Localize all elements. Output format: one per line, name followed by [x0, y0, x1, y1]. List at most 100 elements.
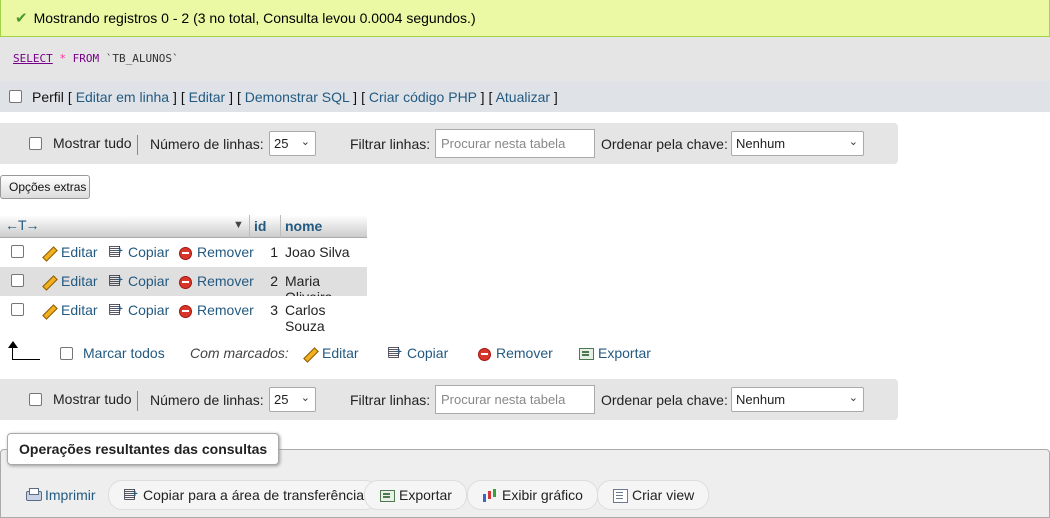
- filter-rows-input[interactable]: Procurar nesta tabela: [435, 385, 595, 414]
- extra-options-button[interactable]: Opções extras: [0, 175, 90, 199]
- order-key-select-value: Nenhum: [736, 136, 786, 151]
- order-key-select[interactable]: Nenhum ⌄: [731, 387, 864, 412]
- copy-to-clipboard-label: Copiar para a área de transferência: [143, 487, 365, 503]
- sql-select-keyword[interactable]: SELECT: [13, 52, 53, 65]
- create-php-code-link[interactable]: Criar código PHP: [369, 89, 477, 105]
- table-row: Editar Copiar Remover 3 Carlos Souza: [0, 296, 367, 334]
- column-resize-arrows-icon[interactable]: ←T→: [5, 217, 40, 233]
- bulk-export-button[interactable]: Exportar: [578, 345, 651, 361]
- cell-nome: Carlos Souza: [285, 302, 326, 334]
- row-delete-action[interactable]: Remover: [177, 244, 254, 260]
- row-edit-link[interactable]: Editar: [61, 273, 98, 289]
- edit-query-link[interactable]: Editar: [189, 89, 226, 105]
- row-edit-action[interactable]: Editar: [41, 302, 98, 318]
- display-chart-label: Exibir gráfico: [502, 487, 583, 503]
- create-view-button[interactable]: Criar view: [597, 480, 710, 510]
- row-delete-action[interactable]: Remover: [177, 273, 254, 289]
- bulk-delete-link[interactable]: Remover: [496, 345, 553, 361]
- column-header-id[interactable]: id: [254, 218, 266, 234]
- row-copy-action[interactable]: Copiar: [108, 300, 169, 318]
- export-button[interactable]: Exportar: [364, 480, 467, 510]
- rows-select[interactable]: 25 ⌄: [269, 387, 316, 412]
- bulk-copy-link[interactable]: Copiar: [407, 345, 448, 361]
- row-edit-action[interactable]: Editar: [41, 244, 98, 260]
- row-checkbox[interactable]: [11, 274, 24, 287]
- results-table: ←T→ ▼ id nome Editar Copiar Remover 1 Jo…: [0, 214, 367, 334]
- order-key-select-value: Nenhum: [736, 392, 786, 407]
- profile-label: Perfil: [32, 88, 64, 105]
- success-message-bar: ✔ Mostrando registros 0 - 2 (3 no total,…: [0, 0, 1050, 37]
- row-edit-link[interactable]: Editar: [61, 244, 98, 260]
- table-header: ←T→ ▼ id nome: [0, 214, 367, 239]
- table-row: Editar Copiar Remover 2 Maria Oliveira: [0, 267, 367, 305]
- sql-query-display: SELECT * FROM `TB_ALUNOS`: [0, 37, 1050, 81]
- delete-icon: [476, 345, 492, 361]
- bulk-delete-button[interactable]: Remover: [476, 345, 553, 361]
- cell-id: 1: [270, 244, 278, 260]
- sort-dropdown-icon[interactable]: ▼: [233, 219, 244, 231]
- query-options-bar: Perfil [ Editar em linha ] [ Editar ] [ …: [0, 81, 1050, 112]
- check-all-link[interactable]: Marcar todos: [83, 345, 165, 361]
- rows-label: Número de linhas:: [150, 392, 264, 408]
- chevron-down-icon: ⌄: [300, 392, 310, 404]
- bulk-edit-link[interactable]: Editar: [322, 345, 359, 361]
- bulk-edit-button[interactable]: Editar: [302, 345, 359, 361]
- copy-icon: [108, 242, 124, 260]
- row-copy-link[interactable]: Copiar: [128, 244, 169, 260]
- row-delete-link[interactable]: Remover: [197, 273, 254, 289]
- print-link[interactable]: Imprimir: [45, 487, 96, 503]
- explain-sql-link[interactable]: Demonstrar SQL: [245, 89, 350, 105]
- row-edit-link[interactable]: Editar: [61, 302, 98, 318]
- copy-icon: [123, 485, 139, 503]
- inline-edit-link[interactable]: Editar em linha: [76, 89, 169, 105]
- refresh-link[interactable]: Atualizar: [496, 89, 550, 105]
- checkmark-icon: ✔: [15, 10, 28, 27]
- create-view-label: Criar view: [632, 487, 695, 503]
- cell-nome: Joao Silva: [285, 244, 350, 260]
- row-copy-link[interactable]: Copiar: [128, 273, 169, 289]
- row-delete-link[interactable]: Remover: [197, 244, 254, 260]
- export-label: Exportar: [399, 487, 452, 503]
- show-all-checkbox[interactable]: [29, 137, 42, 150]
- order-label: Ordenar pela chave:: [601, 136, 728, 152]
- divider: [137, 391, 138, 411]
- bottom-navigation-bar: Mostrar tudo Número de linhas: 25 ⌄ Filt…: [0, 379, 898, 420]
- filter-label: Filtrar linhas:: [350, 392, 431, 408]
- arrow-up-icon: [8, 341, 40, 360]
- column-header-nome[interactable]: nome: [285, 218, 322, 234]
- copy-icon: [108, 271, 124, 289]
- chevron-down-icon: ⌄: [848, 136, 858, 148]
- print-icon: [25, 487, 42, 503]
- display-chart-button[interactable]: Exibir gráfico: [467, 480, 598, 510]
- column-divider: [280, 215, 281, 239]
- top-navigation-bar: Mostrar tudo Número de linhas: 25 ⌄ Filt…: [0, 123, 898, 164]
- show-all-label: Mostrar tudo: [53, 135, 132, 151]
- column-divider: [249, 215, 250, 239]
- export-icon: [578, 345, 594, 361]
- row-copy-link[interactable]: Copiar: [128, 302, 169, 318]
- row-edit-action[interactable]: Editar: [41, 273, 98, 289]
- row-delete-action[interactable]: Remover: [177, 302, 254, 318]
- cell-id: 3: [270, 302, 278, 318]
- rows-select-value: 25: [274, 136, 289, 151]
- rows-select[interactable]: 25 ⌄: [269, 131, 316, 156]
- delete-icon: [177, 273, 193, 289]
- check-all-checkbox[interactable]: [60, 347, 73, 360]
- filter-rows-input[interactable]: Procurar nesta tabela: [435, 129, 595, 158]
- bulk-export-link[interactable]: Exportar: [598, 345, 651, 361]
- sql-star: *: [59, 52, 66, 65]
- divider: [137, 135, 138, 155]
- row-copy-action[interactable]: Copiar: [108, 242, 169, 260]
- bulk-copy-button[interactable]: Copiar: [387, 343, 448, 361]
- print-button[interactable]: Imprimir: [10, 480, 111, 510]
- copy-to-clipboard-button[interactable]: Copiar para a área de transferência: [108, 480, 380, 510]
- show-all-label: Mostrar tudo: [53, 391, 132, 407]
- row-delete-link[interactable]: Remover: [197, 302, 254, 318]
- order-key-select[interactable]: Nenhum ⌄: [731, 131, 864, 156]
- row-copy-action[interactable]: Copiar: [108, 271, 169, 289]
- chart-icon: [482, 487, 498, 503]
- show-all-checkbox[interactable]: [29, 393, 42, 406]
- profile-checkbox[interactable]: [9, 90, 22, 103]
- row-checkbox[interactable]: [11, 245, 24, 258]
- row-checkbox[interactable]: [11, 303, 24, 316]
